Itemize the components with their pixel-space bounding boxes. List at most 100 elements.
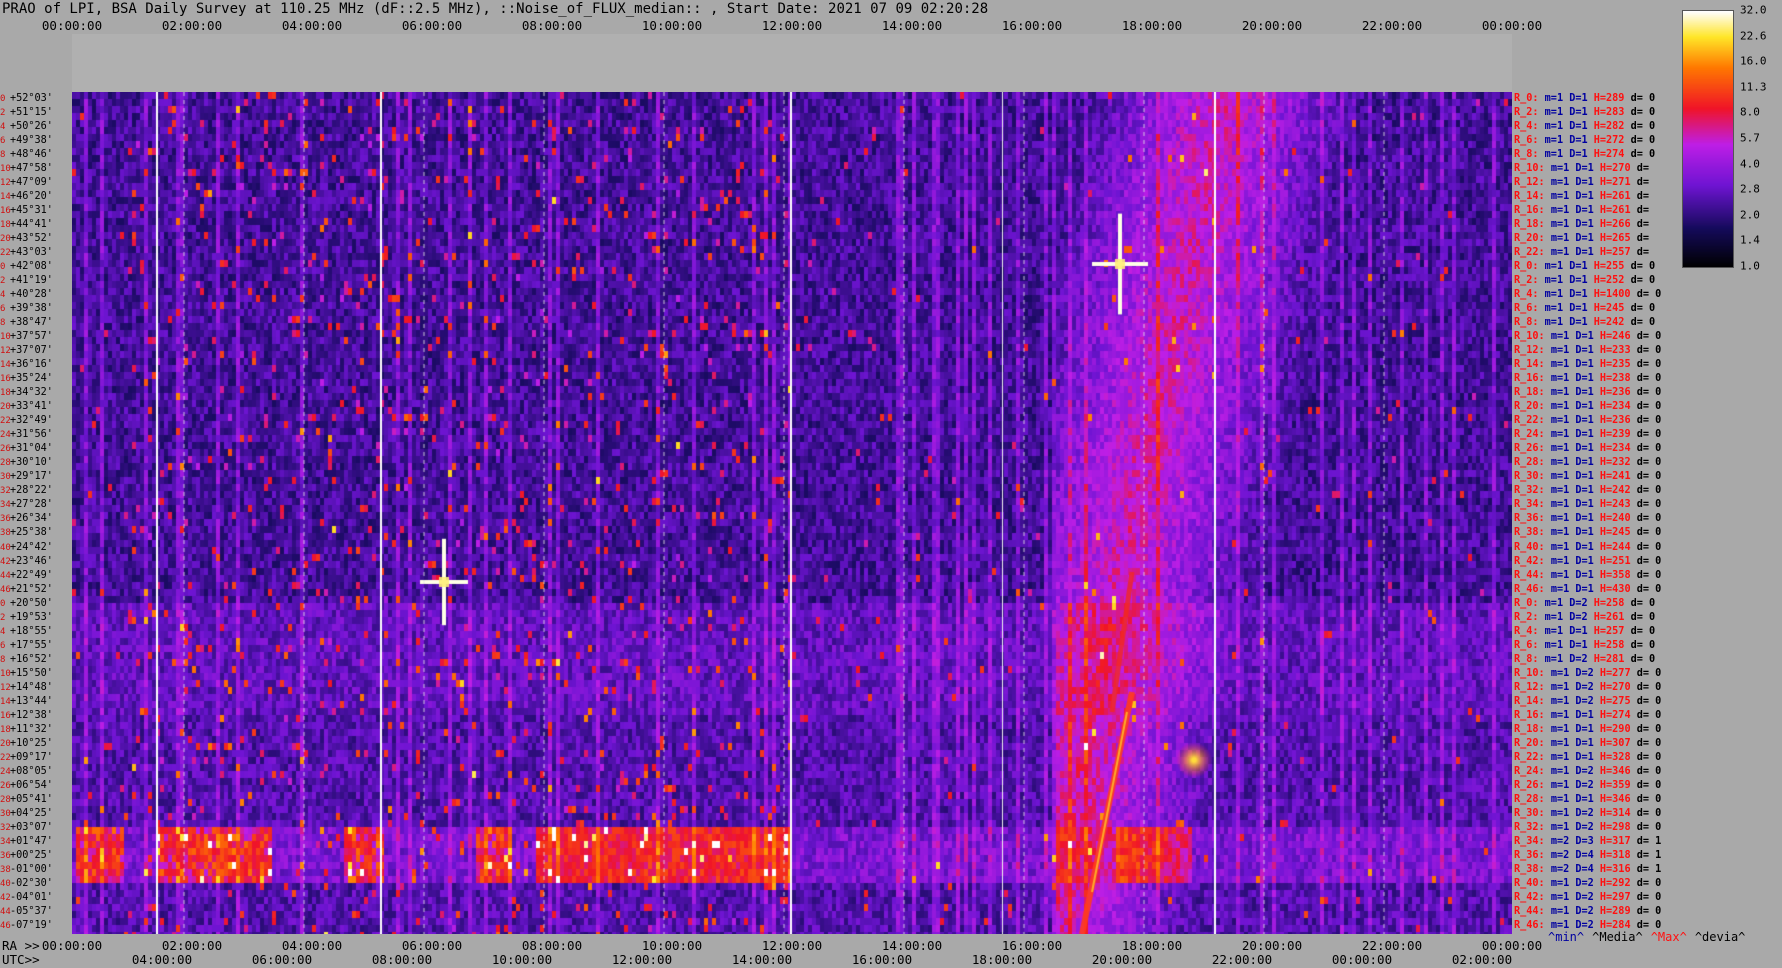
declination-row: 20+33°41' bbox=[0, 400, 72, 414]
receiver-h-field: H=346 bbox=[1599, 765, 1637, 777]
receiver-m-field: m=1 bbox=[1550, 191, 1576, 203]
receiver-h-field: H=251 bbox=[1599, 555, 1637, 567]
receiver-m-field: m=1 bbox=[1544, 121, 1570, 133]
receiver-h-field: H=261 bbox=[1599, 205, 1637, 217]
receiver-d-field: D=1 bbox=[1575, 359, 1600, 371]
declination-index: 10 bbox=[0, 164, 11, 175]
declination-row: 42-04°01' bbox=[0, 891, 72, 905]
receiver-r-field: R_10: bbox=[1514, 331, 1551, 343]
declination-label: +09°17' bbox=[10, 751, 53, 763]
declination-label: -07°19' bbox=[10, 919, 53, 931]
declination-row: 2 +41°19' bbox=[0, 274, 72, 288]
receiver-d-field: D=1 bbox=[1575, 443, 1600, 455]
receiver-d-field: d= 0 bbox=[1630, 93, 1656, 104]
receiver-m-field: m=1 bbox=[1544, 653, 1570, 665]
declination-index: 2 bbox=[0, 612, 6, 623]
receiver-r-field: R_8: bbox=[1514, 317, 1545, 329]
receiver-d-field: D=1 bbox=[1575, 191, 1600, 203]
receiver-d-field: d= 0 bbox=[1636, 471, 1662, 483]
declination-index: 4 bbox=[0, 122, 6, 133]
receiver-row: R_28: m=1 D=1 H=232 d= 0 bbox=[1514, 456, 1684, 470]
receiver-d-field: D=1 bbox=[1569, 625, 1594, 637]
colorbar-label: 16.0 bbox=[1740, 54, 1767, 68]
receiver-d-field: D=1 bbox=[1575, 247, 1600, 259]
receiver-m-field: m=1 bbox=[1550, 807, 1576, 819]
declination-label: +31°56' bbox=[10, 429, 53, 441]
declination-row: 22+43°03' bbox=[0, 246, 72, 260]
receiver-r-field: R_6: bbox=[1514, 639, 1545, 651]
declination-row: 4 +40°28' bbox=[0, 288, 72, 302]
declination-label: +40°28' bbox=[10, 289, 53, 301]
receiver-r-field: R_46: bbox=[1514, 919, 1551, 931]
declination-row: 18+34°32' bbox=[0, 386, 72, 400]
receiver-r-field: R_18: bbox=[1514, 219, 1551, 231]
declination-row: 0 +52°03' bbox=[0, 92, 72, 106]
receiver-h-field: H=257 bbox=[1593, 625, 1631, 637]
colorbar-label: 2.0 bbox=[1740, 208, 1760, 222]
receiver-h-field: H=274 bbox=[1593, 149, 1631, 161]
receiver-row: R_0: m=1 D=1 H=255 d= 0 bbox=[1514, 260, 1684, 274]
receiver-r-field: R_2: bbox=[1514, 275, 1545, 287]
receiver-row: R_26: m=1 D=2 H=359 d= 0 bbox=[1514, 779, 1684, 793]
declination-label: +34°32' bbox=[10, 387, 53, 399]
receiver-r-field: R_4: bbox=[1514, 121, 1545, 133]
receiver-r-field: R_0: bbox=[1514, 597, 1545, 609]
colorbar bbox=[1682, 10, 1734, 268]
receiver-m-field: m=1 bbox=[1544, 261, 1570, 273]
declination-index: 20 bbox=[0, 234, 11, 245]
receiver-row: R_16: m=1 D=1 H=261 d= bbox=[1514, 204, 1684, 218]
receiver-r-field: R_16: bbox=[1514, 373, 1551, 385]
declination-index: 6 bbox=[0, 136, 6, 147]
receiver-m-field: m=1 bbox=[1544, 303, 1570, 315]
declination-label: +47°09' bbox=[10, 177, 53, 189]
declination-index: 18 bbox=[0, 220, 11, 231]
receiver-r-field: R_2: bbox=[1514, 107, 1545, 119]
declination-label: +13°44' bbox=[10, 695, 53, 707]
declination-row: 20+43°52' bbox=[0, 232, 72, 246]
declination-row: 18+44°41' bbox=[0, 218, 72, 232]
receiver-row: R_8: m=1 D=1 H=274 d= 0 bbox=[1514, 148, 1684, 162]
receiver-h-field: H=282 bbox=[1593, 121, 1631, 133]
receiver-m-field: m=1 bbox=[1550, 555, 1576, 567]
utc-axis: 04:00:00 06:00:00 08:00:00 10:00:00 12:00:00… bbox=[0, 952, 1520, 967]
receiver-row: R_12: m=1 D=2 H=270 d= 0 bbox=[1514, 681, 1684, 695]
receiver-d-field: D=1 bbox=[1575, 709, 1600, 721]
declination-row: 16+45°31' bbox=[0, 204, 72, 218]
ticks-top-tick: 12:00:00 bbox=[761, 18, 823, 33]
declination-label: +24°42' bbox=[10, 541, 53, 553]
declination-row: 0 +42°08' bbox=[0, 260, 72, 274]
receiver-d-field: D=1 bbox=[1575, 499, 1600, 511]
declination-index: 44 bbox=[0, 906, 11, 917]
ticks-top-tick: 22:00:00 bbox=[1361, 18, 1423, 33]
receiver-d-field: d= 0 bbox=[1636, 751, 1662, 763]
receiver-d-field: D=2 bbox=[1575, 695, 1600, 707]
receiver-row: R_10: m=1 D=1 H=246 d= 0 bbox=[1514, 330, 1684, 344]
declination-index: 44 bbox=[0, 570, 11, 581]
receiver-m-field: m=1 bbox=[1550, 527, 1576, 539]
ticks-utc-tick: 06:00:00 bbox=[251, 952, 313, 967]
declination-index: 8 bbox=[0, 318, 6, 329]
receiver-h-field: H=239 bbox=[1599, 429, 1637, 441]
receiver-d-field: D=2 bbox=[1575, 877, 1600, 889]
receiver-row: R_22: m=1 D=1 H=236 d= 0 bbox=[1514, 414, 1684, 428]
declination-label: +17°55' bbox=[10, 639, 53, 651]
declination-row: 32+03°07' bbox=[0, 821, 72, 835]
receiver-d-field: D=1 bbox=[1575, 429, 1600, 441]
receiver-m-field: m=1 bbox=[1544, 597, 1570, 609]
receiver-d-field: d= 0 bbox=[1630, 303, 1656, 315]
receiver-m-field: m=1 bbox=[1550, 513, 1576, 525]
declination-index: 22 bbox=[0, 752, 11, 763]
receiver-m-field: m=1 bbox=[1550, 765, 1576, 777]
receiver-r-field: R_4: bbox=[1514, 289, 1545, 301]
receiver-row: R_4: m=1 D=1 H=257 d= 0 bbox=[1514, 625, 1684, 639]
declination-index: 42 bbox=[0, 556, 11, 567]
receiver-d-field: D=2 bbox=[1575, 681, 1600, 693]
receiver-d-field: d= 0 bbox=[1636, 457, 1662, 469]
declination-index: 30 bbox=[0, 472, 11, 483]
ticks-top-tick: 02:00:00 bbox=[161, 18, 223, 33]
receiver-d-field: D=1 bbox=[1575, 401, 1600, 413]
receiver-d-field: d= 0 bbox=[1636, 695, 1662, 707]
receiver-h-field: H=289 bbox=[1599, 905, 1637, 917]
receiver-d-field: D=1 bbox=[1575, 583, 1600, 595]
receiver-h-field: H=240 bbox=[1599, 513, 1637, 525]
